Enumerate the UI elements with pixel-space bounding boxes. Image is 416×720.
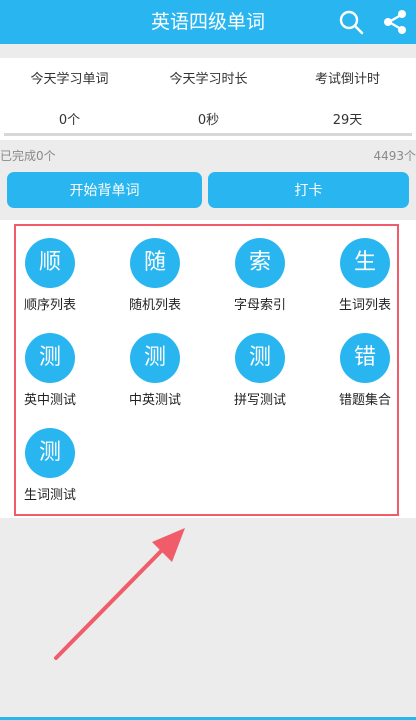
annotation-arrow-icon [54,528,185,660]
